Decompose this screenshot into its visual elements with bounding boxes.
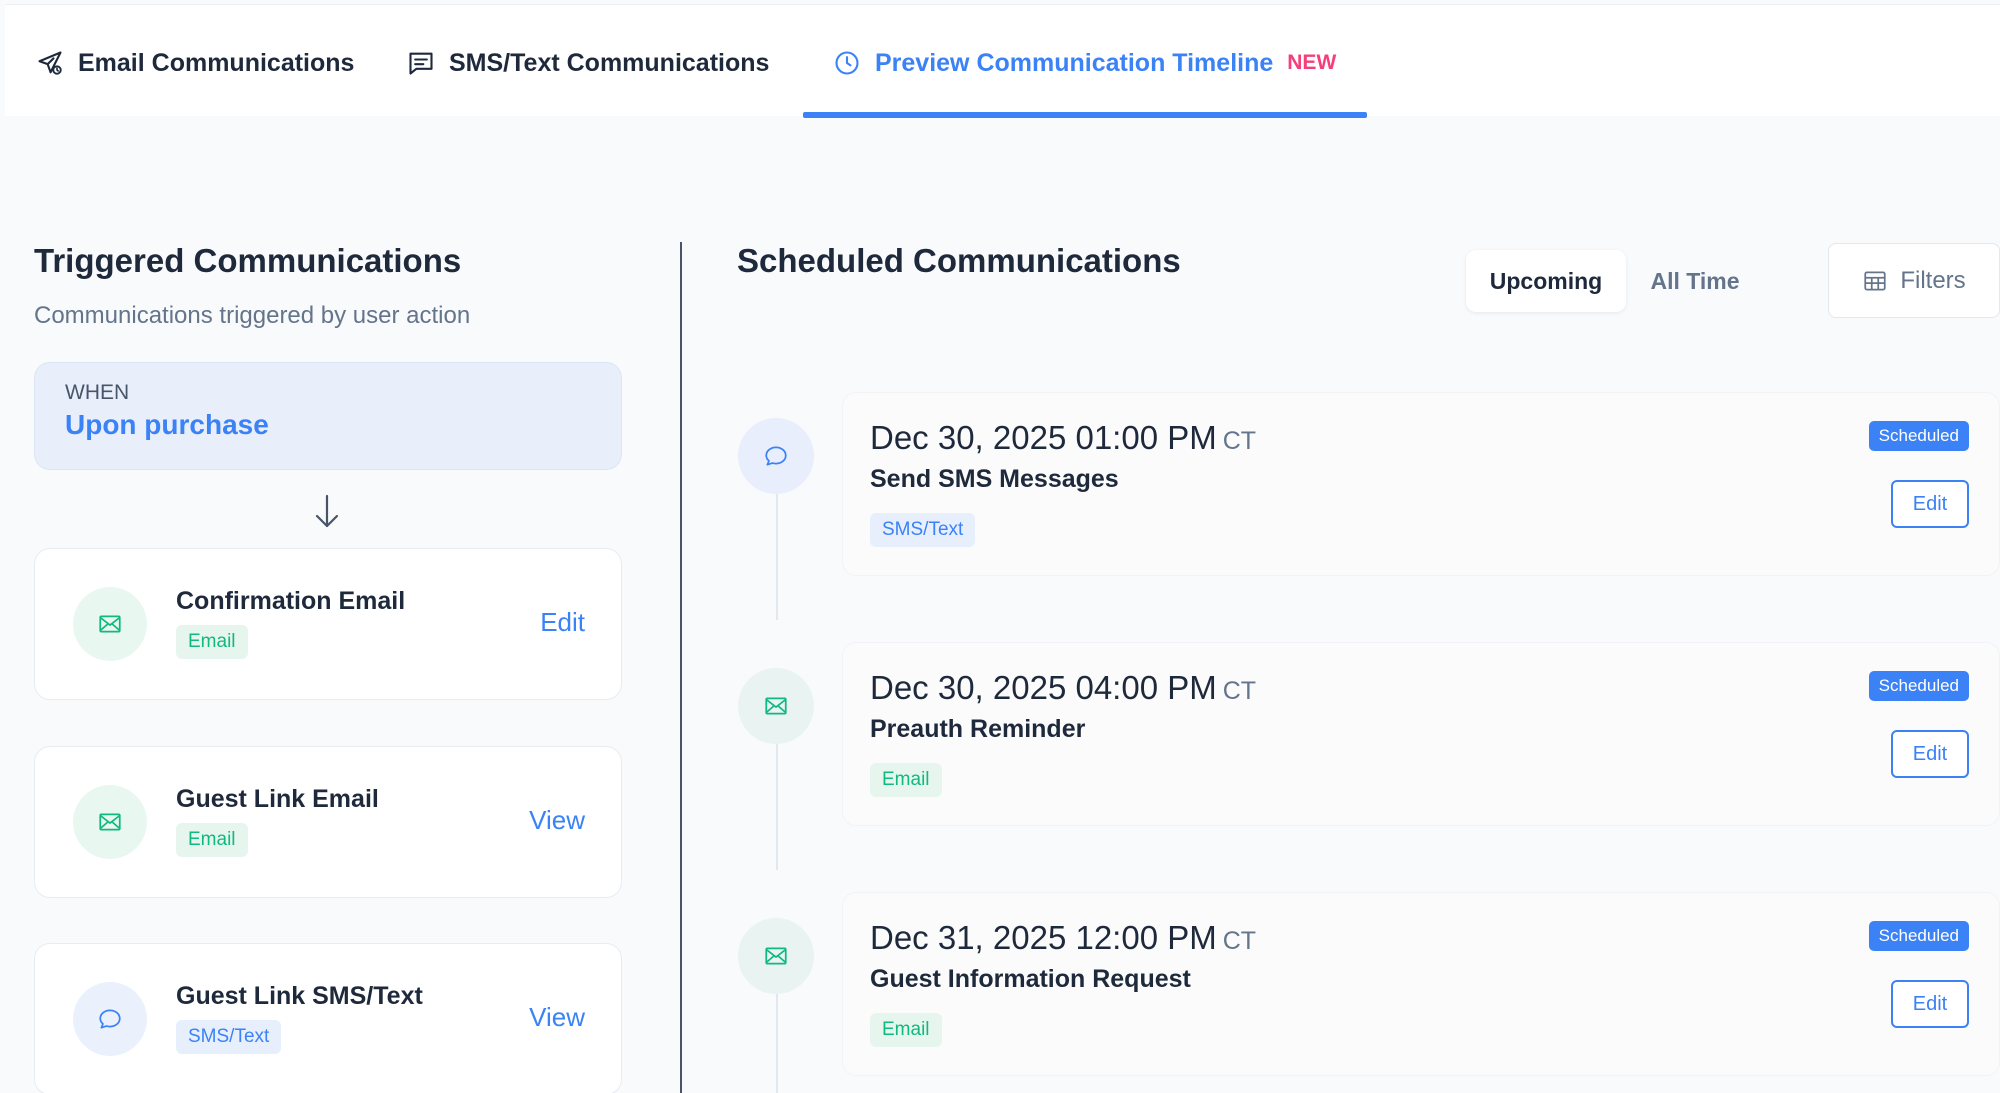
edit-button[interactable]: Edit xyxy=(1891,980,1969,1028)
when-value: Upon purchase xyxy=(65,409,269,440)
send-icon xyxy=(38,51,62,75)
scheduled-date: Dec 31, 2025 12:00 PM CT xyxy=(870,919,1256,957)
triggered-item-confirmation-email: Confirmation Email Email Edit xyxy=(34,548,622,700)
triggered-item-name: Guest Link Email xyxy=(176,785,379,813)
triggered-subtitle: Communications triggered by user action xyxy=(34,302,471,329)
filters-button[interactable]: Filters xyxy=(1828,243,2000,318)
when-label: WHEN xyxy=(65,381,130,404)
triggered-title: Triggered Communications xyxy=(34,242,462,279)
status-badge: Scheduled xyxy=(1868,671,1969,701)
tab-sms-label: SMS/Text Communications xyxy=(449,48,770,77)
scheduled-date: Dec 30, 2025 01:00 PM CT xyxy=(870,419,1256,457)
timeline-connector xyxy=(776,744,778,870)
scheduled-item-send-sms: Dec 30, 2025 01:00 PM CT Send SMS Message… xyxy=(842,392,2000,576)
envelope-icon xyxy=(99,615,121,633)
view-link[interactable]: View xyxy=(529,1002,585,1033)
timezone-label: CT xyxy=(1222,427,1257,455)
page: Email Communications SMS/Text Communicat… xyxy=(0,0,2000,1093)
tab-preview-timeline[interactable]: Preview Communication Timeline NEW xyxy=(833,5,1336,121)
scheduled-date-text: Dec 31, 2025 12:00 PM xyxy=(870,919,1217,956)
timeline-email-marker xyxy=(738,668,814,744)
edit-link[interactable]: Edit xyxy=(540,607,585,638)
new-badge: NEW xyxy=(1287,51,1337,74)
email-icon-circle xyxy=(73,587,147,661)
segment-all-time[interactable]: All Time xyxy=(1642,250,1748,312)
type-badge: SMS/Text xyxy=(870,513,976,547)
envelope-icon xyxy=(765,947,787,965)
sms-icon-circle xyxy=(73,982,147,1056)
chat-bubble-icon xyxy=(765,446,787,466)
scheduled-date-text: Dec 30, 2025 01:00 PM xyxy=(870,419,1217,456)
clock-icon xyxy=(835,51,859,75)
timezone-label: CT xyxy=(1222,677,1257,705)
column-divider xyxy=(680,242,682,1093)
triggered-item-guest-link-email: Guest Link Email Email View xyxy=(34,746,622,898)
table-icon xyxy=(1864,270,1886,291)
status-badge: Scheduled xyxy=(1868,421,1969,451)
scheduled-item-guest-information-request: Dec 31, 2025 12:00 PM CT Guest Informatio… xyxy=(842,892,2000,1076)
arrow-down-icon xyxy=(315,494,339,528)
scheduled-item-preauth-reminder: Dec 30, 2025 04:00 PM CT Preauth Reminder… xyxy=(842,642,2000,826)
filters-label: Filters xyxy=(1900,266,1966,294)
message-square-icon xyxy=(409,52,433,75)
envelope-icon xyxy=(99,813,121,831)
tab-email-label: Email Communications xyxy=(78,48,355,77)
tab-bar: Email Communications SMS/Text Communicat… xyxy=(5,4,2000,116)
scheduled-name: Preauth Reminder xyxy=(870,715,1086,743)
timeline-connector xyxy=(776,994,778,1093)
chat-bubble-icon xyxy=(99,1009,121,1029)
triggered-item-name: Confirmation Email xyxy=(176,587,406,615)
segment-upcoming[interactable]: Upcoming xyxy=(1466,250,1626,312)
triggered-item-guest-link-sms: Guest Link SMS/Text SMS/Text View xyxy=(34,943,622,1093)
edit-button[interactable]: Edit xyxy=(1891,730,1969,778)
tab-timeline-label: Preview Communication Timeline xyxy=(875,48,1274,77)
scheduled-title: Scheduled Communications xyxy=(737,242,1181,279)
timeline-email-marker xyxy=(738,918,814,994)
type-badge: Email xyxy=(870,763,942,797)
trigger-condition-box: WHEN Upon purchase xyxy=(34,362,622,470)
type-badge: Email xyxy=(176,625,248,659)
scheduled-date: Dec 30, 2025 04:00 PM CT xyxy=(870,669,1256,707)
timeline-connector xyxy=(776,494,778,620)
type-badge: Email xyxy=(176,823,248,857)
tab-sms-communications[interactable]: SMS/Text Communications xyxy=(407,5,769,121)
status-badge: Scheduled xyxy=(1868,921,1969,951)
tab-email-communications[interactable]: Email Communications xyxy=(36,5,354,121)
email-icon-circle xyxy=(73,785,147,859)
view-link[interactable]: View xyxy=(529,805,585,836)
scheduled-date-text: Dec 30, 2025 04:00 PM xyxy=(870,669,1217,706)
triggered-item-name: Guest Link SMS/Text xyxy=(176,982,423,1010)
edit-button[interactable]: Edit xyxy=(1891,480,1969,528)
scheduled-name: Send SMS Messages xyxy=(870,465,1119,493)
envelope-icon xyxy=(765,697,787,715)
active-tab-indicator xyxy=(803,112,1367,118)
scheduled-name: Guest Information Request xyxy=(870,965,1191,993)
type-badge: SMS/Text xyxy=(176,1020,282,1054)
type-badge: Email xyxy=(870,1013,942,1047)
timeline-sms-marker xyxy=(738,418,814,494)
timezone-label: CT xyxy=(1222,927,1257,955)
